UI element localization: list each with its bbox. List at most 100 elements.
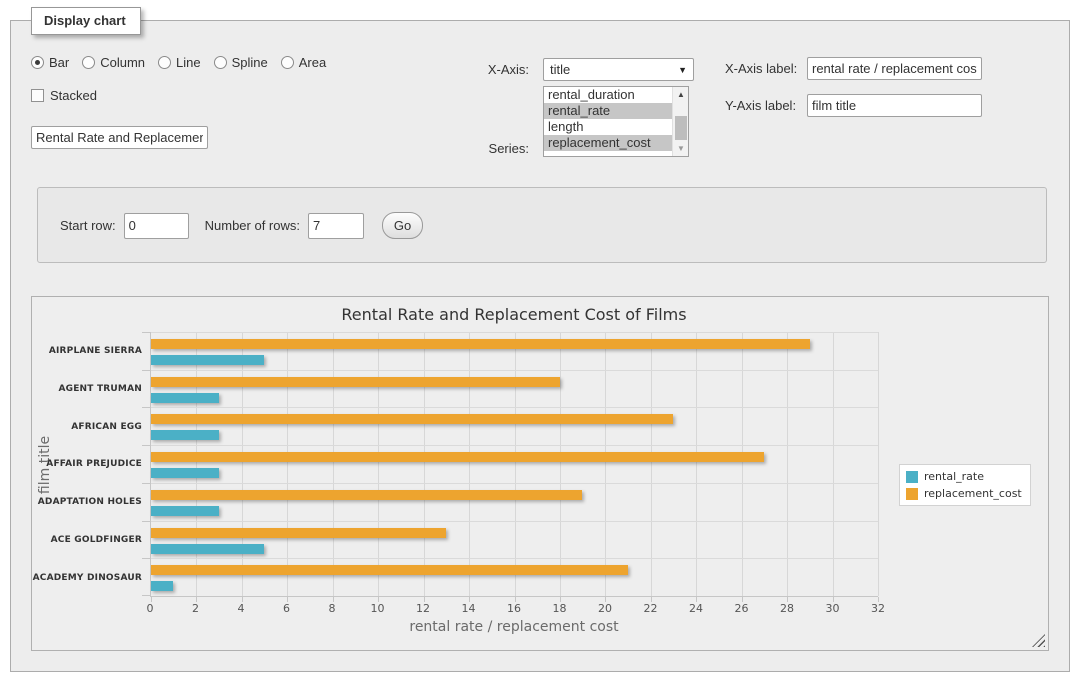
plot-area xyxy=(150,332,878,597)
radio-column[interactable]: Column xyxy=(82,55,145,70)
option-rental_rate[interactable]: rental_rate xyxy=(544,103,672,119)
category-label: AIRPLANE SIERRA xyxy=(58,332,146,370)
x-tick-label: 30 xyxy=(826,602,840,615)
bar-replacement_cost[interactable] xyxy=(151,452,764,462)
x-axis-label-label: X-Axis label: xyxy=(725,61,797,76)
radio-line[interactable]: Line xyxy=(158,55,201,70)
stacked-label: Stacked xyxy=(50,88,97,103)
bar-replacement_cost[interactable] xyxy=(151,490,582,500)
y-tick-mark xyxy=(142,521,151,522)
x-tick-label: 18 xyxy=(553,602,567,615)
resize-grip-icon[interactable] xyxy=(1032,634,1045,647)
legend-item-rental_rate[interactable]: rental_rate xyxy=(906,470,1022,483)
legend-swatch-icon xyxy=(906,471,918,483)
option-replacement_cost[interactable]: replacement_cost xyxy=(544,135,672,151)
series-options: rental_durationrental_ratelengthreplacem… xyxy=(544,87,672,156)
category-label: AFRICAN EGG xyxy=(58,408,146,446)
bar-replacement_cost[interactable] xyxy=(151,414,673,424)
radio-icon xyxy=(214,56,227,69)
legend-item-replacement_cost[interactable]: replacement_cost xyxy=(906,487,1022,500)
category-label: ACADEMY DINOSAUR xyxy=(58,559,146,597)
start-row-input[interactable] xyxy=(124,213,189,239)
x-tick-label: 28 xyxy=(780,602,794,615)
chart-legend: rental_rate replacement_cost xyxy=(899,464,1031,506)
category-label: ADAPTATION HOLES xyxy=(58,483,146,521)
bar-rental_rate[interactable] xyxy=(151,430,219,440)
radio-icon xyxy=(281,56,294,69)
y-tick-mark xyxy=(142,407,151,408)
series-scrollbar[interactable]: ▲ ▼ xyxy=(672,87,688,156)
x-axis-label-input[interactable] xyxy=(807,57,982,80)
radio-area[interactable]: Area xyxy=(281,55,326,70)
series-multiselect[interactable]: rental_durationrental_ratelengthreplacem… xyxy=(543,86,689,157)
series-label: Series: xyxy=(475,141,529,156)
bar-rental_rate[interactable] xyxy=(151,544,264,554)
x-tick-label: 0 xyxy=(147,602,154,615)
y-axis-label-input[interactable] xyxy=(807,94,982,117)
category-row xyxy=(151,558,878,596)
radio-label: Area xyxy=(299,55,326,70)
display-chart-fieldset: Display chart BarColumnLineSplineArea St… xyxy=(10,20,1070,672)
y-tick-mark xyxy=(142,370,151,371)
bar-rental_rate[interactable] xyxy=(151,468,219,478)
radio-label: Bar xyxy=(49,55,69,70)
start-row-label: Start row: xyxy=(60,218,116,233)
x-tick-label: 8 xyxy=(329,602,336,615)
bar-replacement_cost[interactable] xyxy=(151,528,446,538)
stacked-checkbox-row[interactable]: Stacked xyxy=(31,88,97,103)
radio-label: Line xyxy=(176,55,201,70)
x-tick-label: 24 xyxy=(689,602,703,615)
row-controls-panel: Start row: Number of rows: Go xyxy=(37,187,1047,263)
y-tick-mark xyxy=(142,558,151,559)
x-axis-title: rental rate / replacement cost xyxy=(150,619,878,635)
radio-spline[interactable]: Spline xyxy=(214,55,268,70)
x-tick-label: 14 xyxy=(462,602,476,615)
legend-label: rental_rate xyxy=(924,470,984,483)
x-axis-select[interactable]: title ▼ xyxy=(543,58,694,81)
y-axis-label-label: Y-Axis label: xyxy=(725,98,796,113)
bar-rental_rate[interactable] xyxy=(151,506,219,516)
bar-replacement_cost[interactable] xyxy=(151,339,810,349)
go-button[interactable]: Go xyxy=(382,212,423,239)
bar-rental_rate[interactable] xyxy=(151,393,219,403)
category-row xyxy=(151,332,878,370)
radio-icon xyxy=(31,56,44,69)
x-axis-selected-value: title xyxy=(550,62,678,77)
gridline xyxy=(878,332,879,596)
option-rental_duration[interactable]: rental_duration xyxy=(544,87,672,103)
num-rows-input[interactable] xyxy=(308,213,364,239)
chart-container: Rental Rate and Replacement Cost of Film… xyxy=(31,296,1049,651)
bar-replacement_cost[interactable] xyxy=(151,377,560,387)
legend-swatch-icon xyxy=(906,488,918,500)
radio-label: Column xyxy=(100,55,145,70)
radio-bar[interactable]: Bar xyxy=(31,55,69,70)
scroll-down-icon[interactable]: ▼ xyxy=(673,141,689,156)
num-rows-label: Number of rows: xyxy=(205,218,300,233)
x-axis-select-label: X-Axis: xyxy=(483,62,529,77)
x-tick-label: 6 xyxy=(283,602,290,615)
category-row xyxy=(151,370,878,408)
x-tick-label: 2 xyxy=(192,602,199,615)
display-chart-legend: Display chart xyxy=(31,7,141,35)
x-tick-label: 22 xyxy=(644,602,658,615)
radio-icon xyxy=(158,56,171,69)
y-tick-mark xyxy=(142,595,151,596)
bar-rental_rate[interactable] xyxy=(151,355,264,365)
bar-replacement_cost[interactable] xyxy=(151,565,628,575)
category-row xyxy=(151,407,878,445)
category-label: ACE GOLDFINGER xyxy=(58,521,146,559)
bar-rental_rate[interactable] xyxy=(151,581,173,591)
stacked-checkbox[interactable] xyxy=(31,89,44,102)
category-label: AFFAIR PREJUDICE xyxy=(58,446,146,484)
chevron-down-icon: ▼ xyxy=(678,65,687,75)
x-tick-label: 12 xyxy=(416,602,430,615)
option-length[interactable]: length xyxy=(544,119,672,135)
scrollbar-thumb[interactable] xyxy=(675,116,687,140)
y-tick-mark xyxy=(142,483,151,484)
category-row xyxy=(151,483,878,521)
y-tick-mark xyxy=(142,445,151,446)
chart-title-input[interactable] xyxy=(31,126,208,149)
radio-label: Spline xyxy=(232,55,268,70)
radio-icon xyxy=(82,56,95,69)
scroll-up-icon[interactable]: ▲ xyxy=(673,87,689,102)
